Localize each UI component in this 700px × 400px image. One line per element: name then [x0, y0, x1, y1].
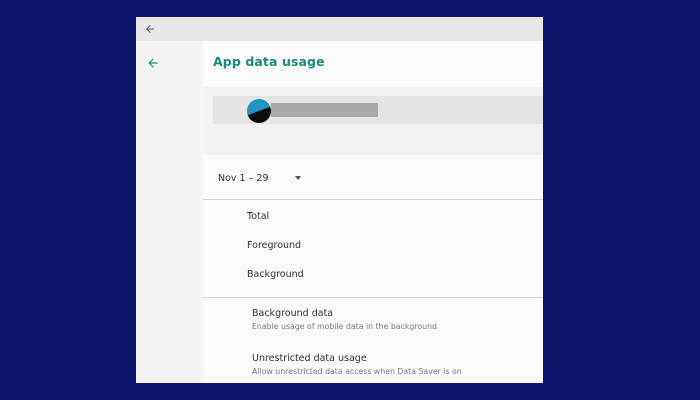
settings-content: App data usage Nov 1 – 29 Total Foregrou… [203, 41, 543, 383]
page-title: App data usage [213, 54, 325, 69]
stat-background: Background [247, 269, 304, 280]
app-name-redacted [271, 103, 378, 117]
caret-down-icon[interactable] [295, 176, 301, 180]
app-window: App data usage Nov 1 – 29 Total Foregrou… [136, 17, 543, 383]
divider [203, 297, 543, 298]
app-header[interactable] [213, 96, 543, 124]
app-icon [247, 99, 271, 123]
divider [203, 199, 543, 200]
cycle-spinner-label[interactable]: Nov 1 – 29 [218, 173, 268, 184]
arrow-left-icon [148, 58, 158, 68]
pref-title: Unrestricted data usage [252, 353, 367, 364]
pref-summary: Allow unrestricted data access when Data… [252, 367, 462, 376]
back-button[interactable] [143, 53, 163, 73]
stat-total: Total [247, 211, 270, 222]
stat-foreground: Foreground [247, 240, 302, 251]
pref-title: Background data [252, 308, 334, 319]
titlebar-back-icon[interactable] [142, 21, 158, 37]
window-titlebar [136, 17, 543, 41]
pref-summary: Enable usage of mobile data in the backg… [252, 322, 437, 331]
arrow-left-icon [146, 25, 154, 33]
nav-rail [136, 41, 203, 383]
